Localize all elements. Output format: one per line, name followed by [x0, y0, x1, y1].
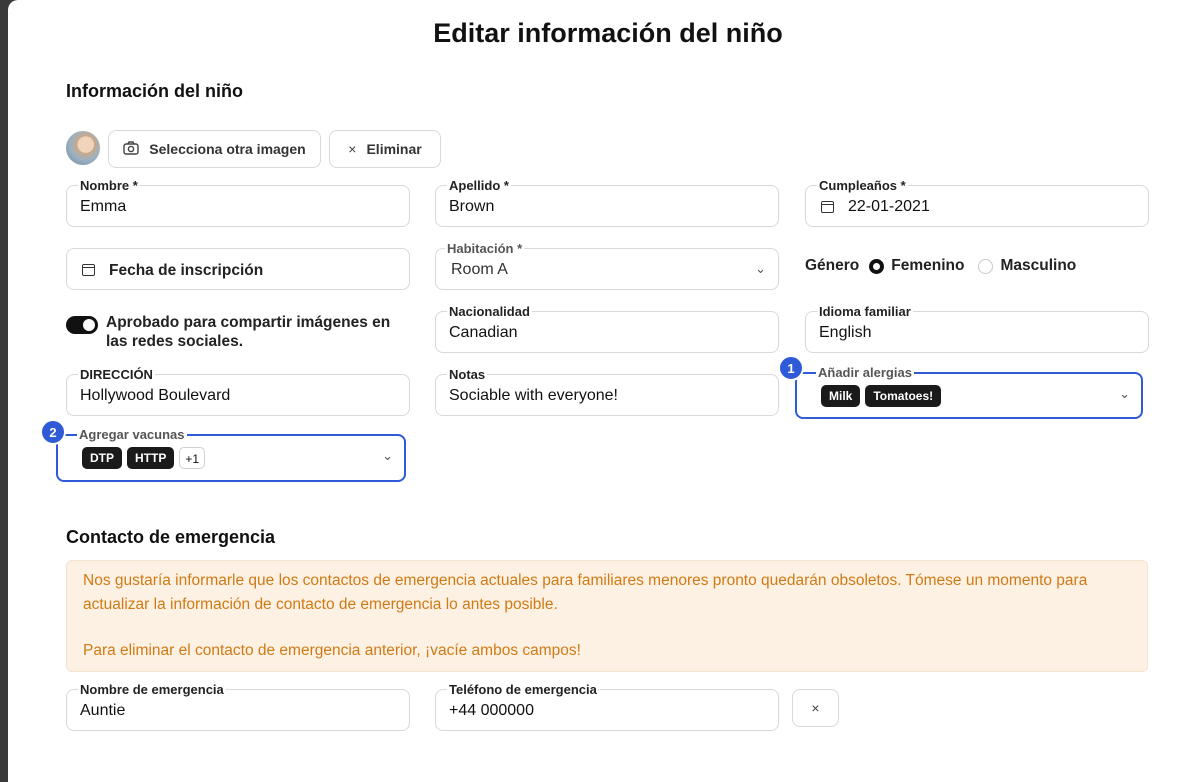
- nationality-field[interactable]: Nacionalidad Canadian: [435, 304, 779, 353]
- last-name-value: Brown: [449, 198, 495, 215]
- gender-option-male-label: Masculino: [1000, 257, 1077, 274]
- home-language-field[interactable]: Idioma familiar English: [805, 304, 1149, 353]
- gender-group: Género Femenino Masculino: [805, 257, 1076, 275]
- gender-option-male[interactable]: Masculino: [978, 257, 1076, 275]
- delete-image-button[interactable]: × Eliminar: [329, 130, 441, 168]
- last-name-field[interactable]: Apellido * Brown: [435, 178, 779, 227]
- marker-badge-1: 1: [778, 355, 804, 381]
- notes-value: Sociable with everyone!: [449, 387, 618, 404]
- chevron-down-icon: ⌄: [1119, 386, 1130, 401]
- emergency-phone-label: Teléfono de emergencia: [447, 682, 599, 697]
- select-image-button[interactable]: Selecciona otra imagen: [108, 130, 321, 168]
- emergency-name-field[interactable]: Nombre de emergencia Auntie: [66, 682, 410, 731]
- allergies-label: Añadir alergias: [816, 365, 914, 380]
- emergency-phone-value: +44 000000: [449, 702, 534, 719]
- clear-emergency-button[interactable]: ×: [792, 689, 839, 727]
- radio-unselected[interactable]: [978, 258, 994, 274]
- close-icon: ×: [348, 141, 357, 157]
- child-section-title: Información del niño: [66, 81, 244, 101]
- room-select[interactable]: Habitación * Room A ⌄: [435, 241, 779, 290]
- gender-option-female[interactable]: Femenino: [869, 257, 964, 275]
- allergies-chips: Milk Tomatoes!: [821, 385, 942, 407]
- more-chips-count[interactable]: +1: [179, 447, 206, 469]
- enrollment-date-field[interactable]: Fecha de inscripción: [66, 248, 410, 290]
- toggle-knob: [83, 319, 95, 331]
- dialog-title: Editar información del niño: [433, 18, 783, 48]
- allergy-chip[interactable]: Tomatoes!: [865, 385, 942, 407]
- vaccine-chip[interactable]: DTP: [82, 447, 122, 469]
- calendar-icon: [82, 264, 95, 276]
- emergency-section-title: Contacto de emergencia: [66, 527, 276, 547]
- allergies-multiselect[interactable]: Añadir alergias Milk Tomatoes! ⌄: [795, 365, 1143, 419]
- calendar-icon: [821, 201, 834, 213]
- first-name-value: Emma: [80, 198, 127, 215]
- social-sharing-label: Aprobado para compartir imágenes en las …: [106, 314, 391, 350]
- birthday-field[interactable]: Cumpleaños * 22-01-2021: [805, 178, 1149, 227]
- emergency-name-label: Nombre de emergencia: [78, 682, 226, 697]
- social-sharing-toggle[interactable]: [66, 316, 98, 334]
- select-image-label: Selecciona otra imagen: [149, 141, 306, 157]
- marker-badge-2: 2: [40, 419, 66, 445]
- vaccines-multiselect[interactable]: Agregar vacunas DTP HTTP +1 ⌄: [56, 427, 406, 482]
- camera-icon: [123, 140, 139, 158]
- address-value: Hollywood Boulevard: [80, 387, 231, 404]
- avatar: [66, 131, 100, 165]
- emergency-name-value: Auntie: [80, 702, 126, 719]
- first-name-field[interactable]: Nombre * Emma: [66, 178, 410, 227]
- notes-field[interactable]: Notas Sociable with everyone!: [435, 367, 779, 416]
- gender-option-female-label: Femenino: [891, 257, 965, 274]
- notes-label: Notas: [447, 367, 488, 382]
- chevron-down-icon: ⌄: [755, 261, 766, 276]
- birthday-value: 22-01-2021: [848, 198, 930, 215]
- nationality-label: Nacionalidad: [447, 304, 532, 319]
- vaccines-chips: DTP HTTP +1: [82, 447, 206, 469]
- address-label: DIRECCIÓN: [78, 367, 155, 382]
- birthday-label: Cumpleaños *: [817, 178, 908, 193]
- home-language-value: English: [819, 324, 872, 341]
- edit-child-dialog: Editar información del niño Información …: [8, 0, 1200, 782]
- emergency-phone-field[interactable]: Teléfono de emergencia +44 000000: [435, 682, 779, 731]
- enrollment-date-placeholder: Fecha de inscripción: [109, 262, 264, 279]
- vaccines-label: Agregar vacunas: [77, 427, 187, 442]
- delete-image-label: Eliminar: [366, 141, 422, 157]
- first-name-label: Nombre *: [78, 178, 140, 193]
- nationality-value: Canadian: [449, 324, 518, 341]
- notice-text-1: Nos gustaría informarle que los contacto…: [83, 572, 1088, 613]
- vaccine-chip[interactable]: HTTP: [127, 447, 175, 469]
- allergy-chip[interactable]: Milk: [821, 385, 861, 407]
- last-name-label: Apellido *: [447, 178, 511, 193]
- gender-label: Género: [805, 257, 860, 274]
- room-label: Habitación *: [445, 241, 525, 256]
- close-icon: ×: [811, 700, 820, 716]
- radio-selected[interactable]: [869, 258, 885, 274]
- notice-text-2: Para eliminar el contacto de emergencia …: [83, 642, 581, 659]
- emergency-notice: Nos gustaría informarle que los contacto…: [66, 560, 1148, 672]
- home-language-label: Idioma familiar: [817, 304, 913, 319]
- address-field[interactable]: DIRECCIÓN Hollywood Boulevard: [66, 367, 410, 416]
- chevron-down-icon: ⌄: [382, 448, 393, 463]
- room-value: Room A: [451, 261, 508, 278]
